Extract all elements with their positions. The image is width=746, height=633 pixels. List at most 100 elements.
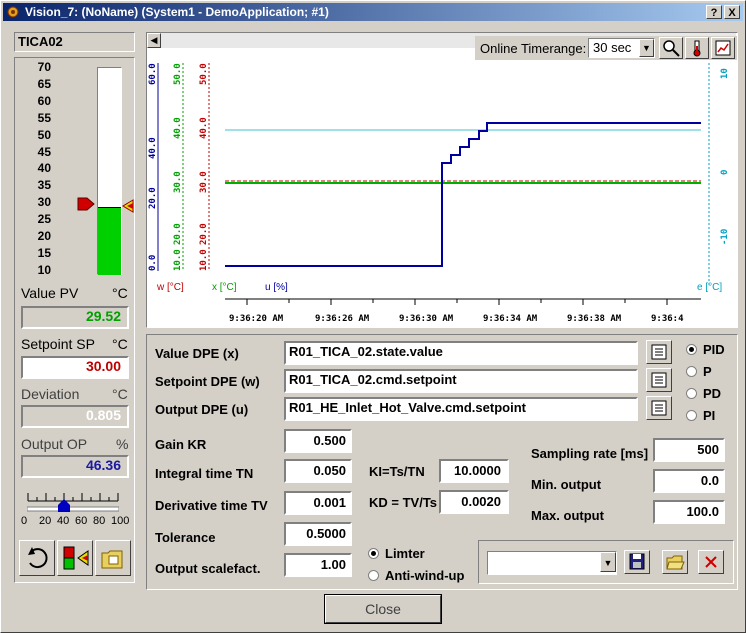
bar-scale-label: 60	[37, 93, 51, 108]
delete-icon	[705, 556, 717, 568]
mode-label-pi: PI	[703, 408, 716, 423]
pv-bar-fill	[98, 206, 121, 275]
bar-scale-label: 35	[37, 178, 51, 193]
sampling-rate-input[interactable]: 500	[653, 438, 725, 462]
trend-scroll-left[interactable]: ◀	[147, 33, 161, 48]
value-dpe-label: Value DPE (x)	[155, 346, 239, 361]
output-dpe-input[interactable]: R01_HE_Inlet_Hot_Valve.cmd.setpoint	[284, 397, 638, 421]
chevron-down-icon[interactable]: ▼	[600, 552, 616, 572]
output-op-display: 46.36	[21, 455, 129, 478]
derivative-tv-label: Derivative time TV	[155, 498, 268, 513]
integral-tn-input[interactable]: 0.050	[284, 459, 352, 483]
slider-labels: 0 20 40 60 80 100	[21, 515, 131, 529]
output-dpe-browse-button[interactable]	[646, 396, 672, 420]
parameter-set-select[interactable]: ▼	[487, 551, 617, 575]
time-label: 9:36:20 AM	[229, 314, 284, 324]
axis-e-tick: -10	[720, 229, 730, 245]
antiwindup-radio[interactable]	[368, 570, 379, 581]
max-output-input[interactable]: 100.0	[653, 500, 725, 524]
slider-scale	[26, 493, 120, 512]
close-button[interactable]: Close	[325, 595, 441, 623]
min-output-input[interactable]: 0.0	[653, 469, 725, 493]
legend-u: u [%]	[265, 282, 288, 293]
derivative-tv-input[interactable]: 0.001	[284, 491, 352, 515]
valve-icon	[63, 546, 89, 570]
kd-display: 0.0020	[439, 490, 509, 514]
axis-x-tick: 40.0	[173, 117, 183, 139]
trend-chart: 60.0 40.0 20.0 0.0 50.0 40.0 30.0 20.0 1…	[148, 63, 730, 324]
mode-radio-p[interactable]	[686, 366, 697, 377]
open-panel-button[interactable]	[95, 540, 131, 576]
refresh-button[interactable]	[19, 540, 55, 576]
gain-kr-input[interactable]: 0.500	[284, 429, 352, 453]
ki-display: 10.0000	[439, 459, 509, 483]
faceplate-mode-button[interactable]	[57, 540, 93, 576]
output-scale-input[interactable]: 1.00	[284, 553, 352, 577]
axis-u-tick: 20.0	[148, 187, 158, 209]
slider-thumb[interactable]	[58, 499, 70, 513]
help-button[interactable]: ?	[706, 5, 722, 19]
axis-x-tick: 20.0	[173, 223, 183, 245]
mode-radio-pd[interactable]	[686, 388, 697, 399]
deviation-label: Deviation	[21, 386, 80, 402]
bar-scale-label: 55	[37, 110, 51, 125]
mode-label-pid: PID	[703, 342, 725, 357]
deviation-display: 0.805	[21, 405, 129, 428]
output-op-unit: %	[116, 436, 129, 452]
gain-kr-label: Gain KR	[155, 437, 207, 452]
tag-name: TICA02	[14, 32, 135, 52]
sampling-rate-label: Sampling rate [ms]	[531, 446, 649, 461]
axis-x-tick: 10.0	[173, 249, 183, 271]
axis-u-tick: 60.0	[148, 63, 158, 85]
axis-w-labels: 50.0 40.0 30.0 20.0 10.0	[199, 63, 209, 271]
ki-label: KI=Ts/TN	[369, 464, 425, 479]
setpoint-sp-input[interactable]: 30.00	[21, 356, 129, 379]
close-button-frame[interactable]: Close	[324, 594, 442, 624]
save-parameters-button[interactable]	[624, 550, 650, 574]
axis-w-tick: 10.0	[199, 249, 209, 271]
time-label: 9:36:26 AM	[315, 314, 370, 324]
legend-e: e [°C]	[697, 282, 722, 293]
axis-e-tick: 0	[720, 170, 730, 175]
mode-radio-pid[interactable]	[686, 344, 697, 355]
value-dpe-browse-button[interactable]	[646, 340, 672, 364]
mode-radio-pi[interactable]	[686, 410, 697, 421]
tolerance-label: Tolerance	[155, 530, 216, 545]
limiter-radio[interactable]	[368, 548, 379, 559]
axis-u-tick: 0.0	[148, 255, 158, 271]
output-scale-label: Output scalefact.	[155, 561, 261, 576]
time-label: 9:36:4	[651, 314, 684, 324]
setpoint-dpe-label: Setpoint DPE (w)	[155, 374, 260, 389]
setpoint-dpe-browse-button[interactable]	[646, 368, 672, 392]
integral-tn-label: Integral time TN	[155, 466, 254, 481]
slider-label: 20	[39, 515, 52, 527]
legend-x: x [°C]	[212, 282, 237, 293]
bar-scale-label: 30	[37, 195, 51, 210]
time-label: 9:36:38 AM	[567, 314, 622, 324]
kd-label: KD = TV/Ts	[369, 495, 438, 510]
output-op-label: Output OP	[21, 436, 88, 452]
bar-scale-label: 15	[37, 245, 51, 260]
setpoint-sp-unit: °C	[112, 336, 128, 352]
axis-x-tick: 30.0	[173, 171, 183, 193]
open-parameters-button[interactable]	[662, 550, 688, 574]
dpe-tree-icon	[651, 400, 667, 416]
bar-scale-label: 10	[37, 262, 51, 277]
axis-e-labels: 10 0 -10	[720, 68, 730, 245]
title-bar: Vision_7: (NoName) (System1 - DemoApplic…	[3, 3, 743, 21]
setpoint-dpe-input[interactable]: R01_TICA_02.cmd.setpoint	[284, 369, 638, 393]
axis-x-tick: 50.0	[173, 63, 183, 85]
value-pv-display: 29.52	[21, 306, 129, 329]
output-slider[interactable]	[26, 489, 120, 513]
delete-parameters-button[interactable]	[698, 550, 724, 574]
limiter-label: Limter	[385, 546, 425, 561]
output-dpe-label: Output DPE (u)	[155, 402, 249, 417]
tolerance-input[interactable]: 0.5000	[284, 522, 352, 546]
window-close-button[interactable]: X	[724, 5, 740, 19]
bar-scale: 70 65 60 55 50 45 40 35 30 25 20 15 10	[25, 60, 55, 283]
value-dpe-input[interactable]: R01_TICA_02.state.value	[284, 341, 638, 365]
axis-w-tick: 30.0	[199, 171, 209, 193]
value-pv-unit: °C	[112, 285, 128, 301]
pv-bargraph	[97, 67, 122, 275]
axis-u-tick: 40.0	[148, 137, 158, 159]
